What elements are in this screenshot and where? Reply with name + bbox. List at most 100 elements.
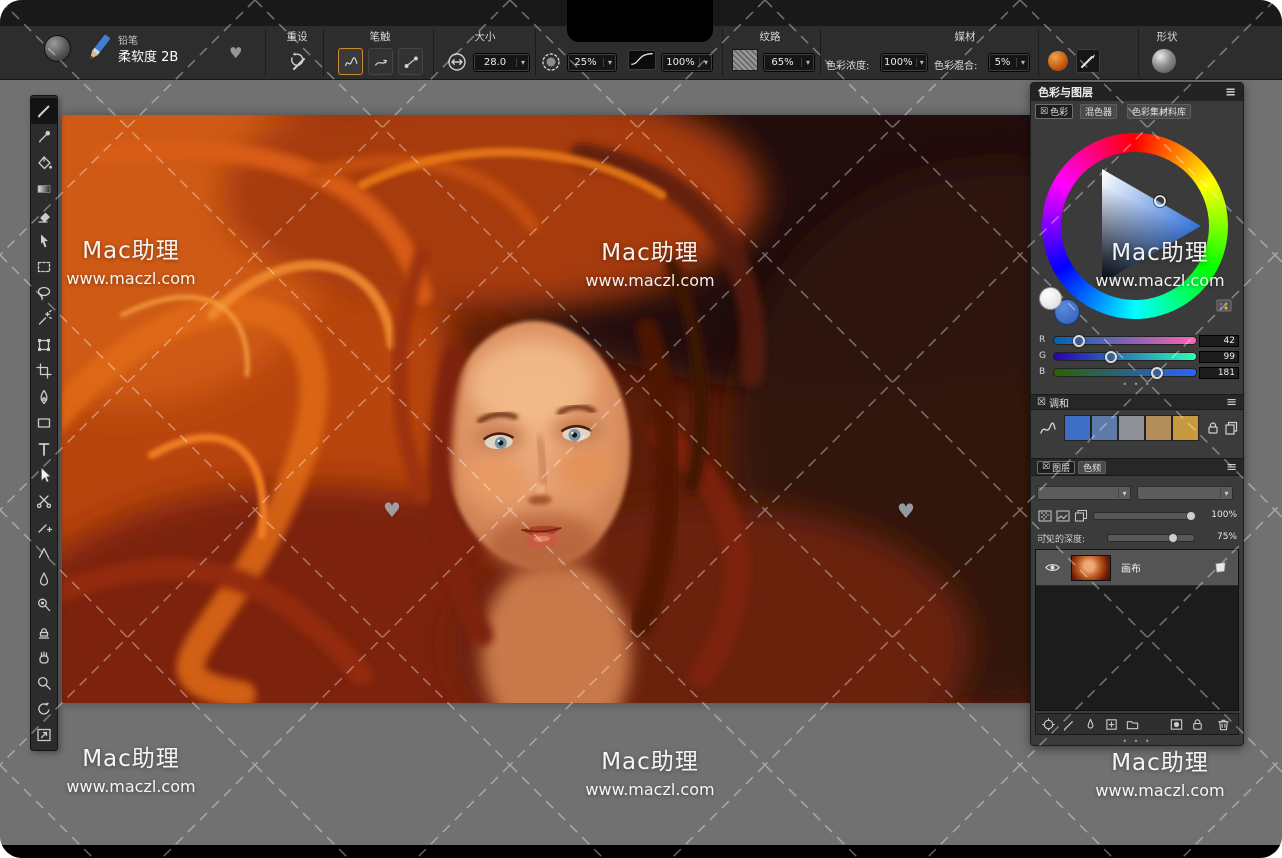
blend-option-select[interactable]: ▾	[1137, 486, 1233, 500]
new-brush-layer-icon[interactable]	[1060, 715, 1078, 733]
harmony-swatch[interactable]	[1145, 415, 1172, 441]
media-pen-icon[interactable]	[1076, 49, 1100, 73]
layer-row-canvas[interactable]: 画布	[1036, 550, 1238, 586]
stroke-freehand-button[interactable]	[338, 48, 363, 75]
rect-shape-tool[interactable]	[31, 410, 57, 436]
tab-colorset[interactable]: 色彩集材料库	[1127, 104, 1191, 119]
delete-layer-icon[interactable]	[1214, 715, 1232, 733]
group-layers-icon[interactable]	[1123, 715, 1141, 733]
duplicate-icon[interactable]	[1223, 420, 1239, 436]
size-dropdown[interactable]: 28.0▾	[473, 53, 530, 72]
reset-brush-button[interactable]	[285, 50, 309, 74]
panel-title-bar[interactable]: 色彩与图层 ≡	[1031, 83, 1243, 101]
media-color-icon[interactable]	[1048, 51, 1068, 71]
hue-ring[interactable]	[1042, 133, 1228, 319]
dither-icon[interactable]	[1037, 508, 1053, 524]
color-mix-dropdown[interactable]: 5%▾	[988, 53, 1030, 72]
color-strength-dropdown[interactable]: 100%▾	[880, 53, 928, 72]
stroke-polyline-button[interactable]	[398, 48, 423, 75]
current-brush-icon[interactable]	[80, 31, 116, 67]
liquid-brush-tool[interactable]	[31, 566, 57, 592]
new-layer-icon[interactable]	[1102, 715, 1120, 733]
harmony-menu-icon[interactable]: ≡	[1226, 395, 1237, 410]
pen-tool[interactable]	[31, 384, 57, 410]
sat-value-triangle[interactable]	[1060, 151, 1210, 301]
harmony-swatch[interactable]	[1091, 415, 1118, 441]
text-tool[interactable]	[31, 436, 57, 462]
lock-layer-icon[interactable]	[1188, 715, 1206, 733]
layer-adjuster-tool[interactable]	[31, 228, 57, 254]
layers-menu-icon[interactable]: ≡	[1226, 460, 1237, 475]
lasso-tool[interactable]	[31, 280, 57, 306]
rect-select-tool[interactable]	[31, 254, 57, 280]
canvas-artwork[interactable]	[62, 115, 1030, 703]
dodge-tool[interactable]	[31, 592, 57, 618]
magnifier-tool[interactable]	[31, 670, 57, 696]
tab-color[interactable]: ☒ 色彩	[1035, 104, 1073, 119]
grain-dropdown[interactable]: 65%▾	[763, 53, 815, 72]
rotate-page-tool[interactable]	[31, 696, 57, 722]
layer-mask-icon[interactable]	[1167, 715, 1185, 733]
magic-wand-tool[interactable]	[31, 306, 57, 332]
harmony-swatch[interactable]	[1172, 415, 1199, 441]
color-set-icon[interactable]	[1215, 297, 1233, 315]
transform-tool[interactable]	[31, 332, 57, 358]
blend-mode-select[interactable]: ▾	[1037, 486, 1131, 500]
blue-value[interactable]: 181	[1199, 367, 1239, 379]
depth-slider[interactable]	[1107, 534, 1195, 542]
profile-dropdown[interactable]: 100%▾	[661, 53, 713, 72]
panel-resize-dots[interactable]: • • •	[1031, 737, 1243, 746]
dynamic-plugins-icon[interactable]	[1039, 715, 1057, 733]
favorite-heart-icon[interactable]: ♥	[229, 44, 242, 62]
layer-opacity-slider[interactable]	[1093, 512, 1195, 520]
hand-tool[interactable]	[31, 644, 57, 670]
paint-bucket-tool[interactable]	[31, 150, 57, 176]
tab-channels[interactable]: 色频	[1078, 461, 1106, 474]
red-value[interactable]: 42	[1199, 335, 1239, 347]
paper-texture-icon[interactable]	[732, 49, 758, 71]
brush-dab-preview[interactable]	[44, 35, 71, 62]
blue-slider[interactable]	[1053, 368, 1197, 377]
tab-mixer[interactable]: 混色器	[1080, 104, 1117, 119]
panel-resize-dots[interactable]: • • •	[1031, 380, 1243, 389]
tab-layers[interactable]: ☒ 图层	[1037, 461, 1075, 474]
copy-layer-icon[interactable]	[1073, 508, 1089, 524]
panel-menu-icon[interactable]: ≡	[1225, 85, 1236, 100]
green-slider[interactable]	[1053, 352, 1197, 361]
shape-group-label: 形状	[1157, 29, 1178, 44]
visibility-eye-icon[interactable]	[1044, 559, 1061, 576]
opacity-dropdown[interactable]: 25%▾	[567, 53, 617, 72]
blue-slider-thumb[interactable]	[1151, 367, 1163, 379]
primary-color-swatch[interactable]	[1039, 287, 1062, 310]
new-watercolor-layer-icon[interactable]	[1081, 715, 1099, 733]
clone-tool[interactable]	[31, 618, 57, 644]
brush-tool[interactable]	[31, 98, 57, 124]
harmony-swatch[interactable]	[1118, 415, 1145, 441]
harmony-swatch[interactable]	[1064, 415, 1091, 441]
harmony-brush-icon[interactable]	[1038, 418, 1058, 438]
harmony-header[interactable]: ☒ 调和 ≡	[1031, 394, 1243, 410]
shape-select-tool[interactable]	[31, 462, 57, 488]
lock-icon[interactable]	[1205, 420, 1221, 436]
crop-tool[interactable]	[31, 358, 57, 384]
stroke-straight-button[interactable]	[368, 48, 393, 75]
eraser-tool[interactable]	[31, 202, 57, 228]
depth-value[interactable]: 75%	[1217, 532, 1237, 542]
scissors-tool[interactable]	[31, 488, 57, 514]
picture-icon[interactable]	[1055, 508, 1071, 524]
add-point-tool[interactable]	[31, 514, 57, 540]
layer-opacity-thumb[interactable]	[1186, 511, 1196, 521]
navigator-tool[interactable]	[31, 722, 57, 748]
green-value[interactable]: 99	[1199, 351, 1239, 363]
dropper-tool[interactable]	[31, 124, 57, 150]
layer-opacity-value[interactable]: 100%	[1211, 510, 1237, 520]
brush-variant-selector[interactable]: 柔软度 2B	[118, 46, 178, 65]
green-slider-thumb[interactable]	[1105, 351, 1117, 363]
convert-point-tool[interactable]	[31, 540, 57, 566]
shape-sphere-icon[interactable]	[1152, 49, 1176, 73]
gradient-tool[interactable]	[31, 176, 57, 202]
dab-profile-icon[interactable]	[628, 50, 656, 70]
depth-slider-thumb[interactable]	[1168, 533, 1178, 543]
red-slider-thumb[interactable]	[1073, 335, 1085, 347]
red-slider[interactable]	[1053, 336, 1197, 345]
